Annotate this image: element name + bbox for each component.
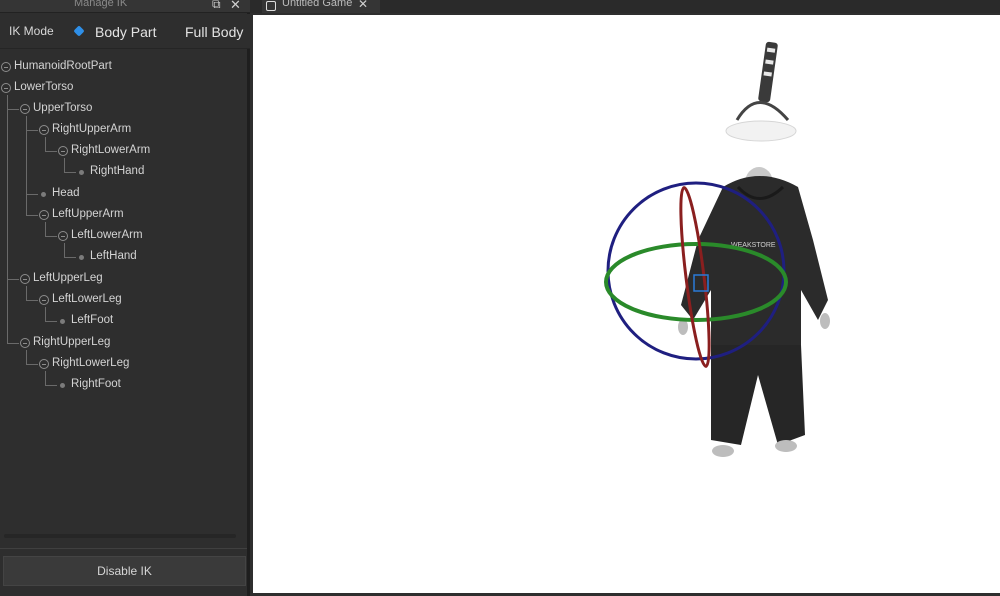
manage-ik-panel: Manage IK ⧉ ✕ IK Mode Body Part Full Bod… xyxy=(0,0,250,596)
leaf-dot-icon xyxy=(60,319,65,324)
tree-scrollbar[interactable] xyxy=(4,534,236,538)
tab-untitled-game[interactable]: Untitled Game ✕ xyxy=(262,0,380,13)
collapse-icon[interactable] xyxy=(20,338,30,348)
collapse-icon[interactable] xyxy=(1,62,11,72)
tree-node-label: UpperTorso xyxy=(33,102,93,114)
viewport-scene: WEAKSTORE xyxy=(604,41,830,457)
tree-connector xyxy=(45,137,46,152)
panel-divider xyxy=(0,548,247,549)
collapse-icon[interactable] xyxy=(39,125,49,135)
tree-node-label: LeftUpperArm xyxy=(52,208,124,220)
tree-connector xyxy=(64,257,76,258)
leaf-dot-icon xyxy=(41,192,46,197)
tab-close-icon[interactable]: ✕ xyxy=(358,0,368,11)
tree-connector xyxy=(45,236,57,237)
tree-connector xyxy=(26,194,38,195)
tree-connector xyxy=(26,364,38,365)
tree-connector xyxy=(45,371,46,386)
tree-node-label: RightLowerLeg xyxy=(52,357,130,369)
tree-connector xyxy=(7,343,19,344)
panel-title: Manage IK xyxy=(74,0,128,9)
tree-connector xyxy=(64,172,76,173)
tree-node-label: LeftUpperLeg xyxy=(33,272,103,284)
disable-ik-button[interactable]: Disable IK xyxy=(3,556,246,586)
tree-connector xyxy=(45,307,46,322)
3d-viewport[interactable]: WEAKSTORE xyxy=(253,15,1000,593)
tree-connector xyxy=(26,116,27,216)
tree-connector xyxy=(45,151,57,152)
close-icon[interactable]: ✕ xyxy=(230,0,241,13)
tree-node-label: HumanoidRootPart xyxy=(14,60,112,72)
tree-connector xyxy=(26,300,38,301)
tree-node-label: RightUpperLeg xyxy=(33,336,111,348)
tree-node-label: RightFoot xyxy=(71,378,121,390)
collapse-icon[interactable] xyxy=(20,104,30,114)
full-body-option[interactable]: Full Body xyxy=(185,24,243,40)
tree-connector xyxy=(7,279,19,280)
tree-node-label: RightUpperArm xyxy=(52,123,132,135)
popout-icon[interactable]: ⧉ xyxy=(212,0,221,12)
tree-node-label: LeftLowerLeg xyxy=(52,293,122,305)
body-part-tree: HumanoidRootPart LowerTorso UpperTorso R… xyxy=(0,54,247,534)
collapse-icon[interactable] xyxy=(20,274,30,284)
tree-connector xyxy=(26,350,27,365)
rotate-handle[interactable] xyxy=(725,41,797,142)
tree-connector xyxy=(26,215,38,216)
collapse-icon[interactable] xyxy=(39,295,49,305)
tree-node-label: RightLowerArm xyxy=(71,144,151,156)
collapse-icon[interactable] xyxy=(58,146,68,156)
tree-connector xyxy=(45,385,57,386)
tree-node-label: RightHand xyxy=(90,165,145,177)
collapse-icon[interactable] xyxy=(39,359,49,369)
collapse-icon[interactable] xyxy=(58,231,68,241)
tree-connector xyxy=(64,158,65,173)
selected-mode-indicator-icon xyxy=(73,25,85,37)
tree-node-label: LowerTorso xyxy=(14,81,74,93)
tree-connector xyxy=(7,95,8,343)
tree-connector xyxy=(45,222,46,237)
document-tabbar: Untitled Game ✕ xyxy=(250,0,1000,13)
ik-mode-bar: IK Mode Body Part Full Body xyxy=(0,14,250,49)
tab-label: Untitled Game xyxy=(282,0,353,9)
tree-connector xyxy=(7,109,19,110)
place-file-icon xyxy=(266,1,276,11)
leaf-dot-icon xyxy=(60,383,65,388)
collapse-icon[interactable] xyxy=(39,210,49,220)
ik-mode-label: IK Mode xyxy=(9,24,54,38)
leaf-dot-icon xyxy=(79,170,84,175)
tree-node-label: LeftHand xyxy=(90,250,137,262)
tree-connector xyxy=(45,321,57,322)
tree-node-label: Head xyxy=(52,187,80,199)
panel-titlebar: Manage IK ⧉ ✕ xyxy=(0,0,250,13)
tree-node-label: LeftLowerArm xyxy=(71,229,143,241)
tree-connector xyxy=(64,243,65,258)
tree-node-label: LeftFoot xyxy=(71,314,114,326)
body-part-option[interactable]: Body Part xyxy=(95,24,156,40)
collapse-icon[interactable] xyxy=(1,83,11,93)
tree-connector xyxy=(26,130,38,131)
tree-connector xyxy=(26,286,27,301)
leaf-dot-icon xyxy=(79,255,84,260)
